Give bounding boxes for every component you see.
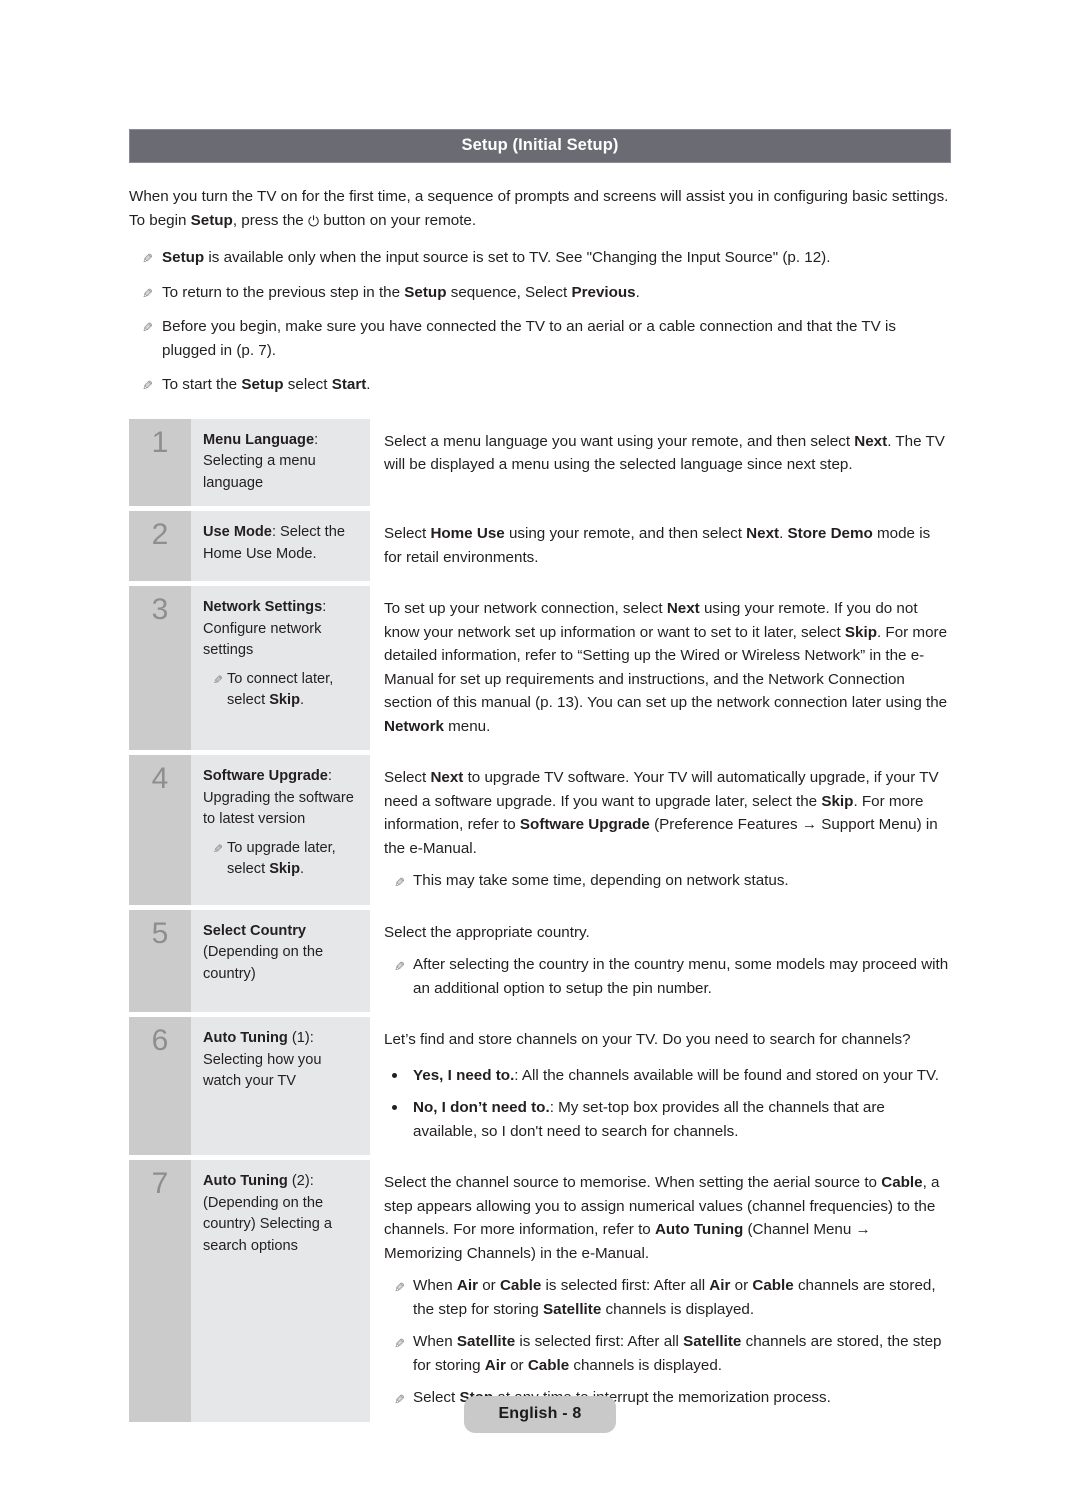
step-number: 6 (129, 1017, 191, 1155)
step-title-text: Auto Tuning (1): Selecting how you watch… (203, 1030, 322, 1089)
step-number: 4 (129, 755, 191, 905)
step-paragraph: Select a menu language you want using yo… (384, 432, 945, 474)
step-title-text: Use Mode: Select the Home Use Mode. (203, 524, 345, 562)
step-row: 1 Menu Language: Selecting a menu languag… (129, 418, 951, 506)
step-title-text: Network Settings: Configure network sett… (203, 599, 327, 658)
pencil-note-icon: ✎ (394, 959, 405, 974)
note-item: ✎ When Satellite is selected first: After… (384, 1330, 951, 1377)
step-row: 2 Use Mode: Select the Home Use Mode. Sele… (129, 511, 951, 581)
step-title-cell: Auto Tuning (1): Selecting how you watch… (191, 1017, 370, 1155)
step-title-text: Menu Language: Selecting a menu language (203, 431, 319, 491)
note-text: When Air or Cable is selected first: Aft… (413, 1277, 936, 1318)
setup-steps-table: 1 Menu Language: Selecting a menu languag… (129, 418, 951, 1422)
step-row: 4 Software Upgrade: Upgrading the softwar… (129, 755, 951, 905)
note-text: Before you begin, make sure you have con… (162, 318, 896, 359)
note-item: ✎ Before you begin, make sure you have co… (129, 315, 951, 362)
power-button-icon: ⏻ (307, 212, 320, 229)
note-text: When Satellite is selected first: After … (413, 1333, 942, 1374)
bullet-dot-icon (392, 1072, 397, 1078)
note-item: ✎ After selecting the country in the coun… (384, 953, 951, 1000)
note-item: ✎ To upgrade later, select Skip. (203, 838, 358, 881)
step-row: 5 Select Country (Depending on the countr… (129, 909, 951, 1012)
step-description-cell: Select Home Use using your remote, and t… (370, 511, 951, 581)
step-title-cell: Select Country (Depending on the country… (191, 909, 370, 1012)
page-footer: English - 8 (0, 1396, 1080, 1433)
bullet-item: No, I don’t need to.: My set-top box pro… (384, 1096, 951, 1143)
step-row: 6 Auto Tuning (1): Selecting how you watc… (129, 1017, 951, 1155)
step-description-cell: To set up your network connection, selec… (370, 586, 951, 750)
step-paragraph: Let’s find and store channels on your TV… (384, 1031, 911, 1048)
pencil-note-icon: ✎ (142, 320, 153, 335)
note-item: ✎ When Air or Cable is selected first: Af… (384, 1274, 951, 1321)
intro-paragraph: When you turn the TV on for the first ti… (129, 188, 949, 229)
step-paragraph: Select Home Use using your remote, and t… (384, 525, 931, 566)
step-bullet-list: Yes, I need to.: All the channels availa… (384, 1064, 951, 1144)
step-paragraph: Select the appropriate country. (384, 923, 590, 941)
step-description-cell: Select the channel source to memorise. W… (370, 1160, 951, 1422)
bullet-text: No, I don’t need to.: My set-top box pro… (413, 1099, 885, 1140)
note-text: Setup is available only when the input s… (162, 249, 831, 266)
step-number: 1 (129, 418, 191, 506)
step-description-cell: Select the appropriate country. ✎ After se… (370, 909, 951, 1012)
bullet-dot-icon (392, 1105, 397, 1110)
note-text: After selecting the country in the count… (413, 956, 949, 997)
step-number: 7 (129, 1160, 191, 1422)
step-paragraph: To set up your network connection, selec… (384, 600, 948, 735)
step-title-text: Auto Tuning (2): (Depending on the count… (203, 1173, 332, 1254)
pencil-note-icon: ✎ (394, 1336, 405, 1351)
page-content: Setup (Initial Setup) When you turn the … (129, 129, 951, 1422)
pencil-note-icon: ✎ (142, 251, 153, 266)
step-row: 7 Auto Tuning (2): (Depending on the coun… (129, 1160, 951, 1422)
step-title-cell: Use Mode: Select the Home Use Mode. (191, 511, 370, 581)
bullet-item: Yes, I need to.: All the channels availa… (384, 1064, 951, 1088)
bullet-text: Yes, I need to.: All the channels availa… (413, 1066, 939, 1084)
page-number-badge: English - 8 (464, 1396, 616, 1433)
step-paragraph: Select the channel source to memorise. W… (384, 1174, 940, 1262)
pencil-note-icon: ✎ (394, 1280, 405, 1295)
pencil-note-icon: ✎ (142, 378, 153, 393)
pencil-note-icon: ✎ (212, 841, 223, 856)
note-item: ✎ This may take some time, depending on n… (384, 869, 951, 893)
section-title-bar: Setup (Initial Setup) (129, 129, 951, 163)
step-title-cell: Auto Tuning (2): (Depending on the count… (191, 1160, 370, 1422)
step-paragraph: Select Next to upgrade TV software. Your… (384, 769, 939, 857)
note-text: To start the Setup select Start. (162, 376, 371, 393)
note-text: This may take some time, depending on ne… (413, 872, 789, 889)
step-number: 5 (129, 909, 191, 1012)
note-text: To connect later, select Skip. (227, 670, 334, 709)
pencil-note-icon: ✎ (394, 875, 405, 890)
step-title-cell: Menu Language: Selecting a menu language (191, 418, 370, 506)
step-description-cell: Let’s find and store channels on your TV… (370, 1017, 951, 1155)
step-description-cell: Select Next to upgrade TV software. Your… (370, 755, 951, 905)
note-item: ✎ To connect later, select Skip. (203, 669, 358, 712)
note-item: ✎ Setup is available only when the input … (129, 246, 951, 270)
step-description-cell: Select a menu language you want using yo… (370, 418, 951, 506)
step-title-cell: Software Upgrade: Upgrading the software… (191, 755, 370, 905)
step-title-cell: Network Settings: Configure network sett… (191, 586, 370, 750)
intro-notes-list: ✎ Setup is available only when the input … (129, 246, 951, 397)
step-number: 3 (129, 586, 191, 750)
step-title-text: Software Upgrade: Upgrading the software… (203, 768, 354, 827)
note-text: To upgrade later, select Skip. (227, 839, 336, 878)
note-item: ✎ To return to the previous step in the S… (129, 281, 951, 305)
pencil-note-icon: ✎ (142, 285, 153, 301)
step-title-text: Select Country (Depending on the country… (203, 922, 324, 982)
note-item: ✎ To start the Setup select Start. (129, 373, 951, 397)
step-number: 2 (129, 511, 191, 581)
manual-page: Setup (Initial Setup) When you turn the … (0, 0, 1080, 1494)
step-row: 3 Network Settings: Configure network set… (129, 586, 951, 750)
note-text: To return to the previous step in the Se… (162, 283, 640, 301)
pencil-note-icon: ✎ (212, 672, 223, 687)
